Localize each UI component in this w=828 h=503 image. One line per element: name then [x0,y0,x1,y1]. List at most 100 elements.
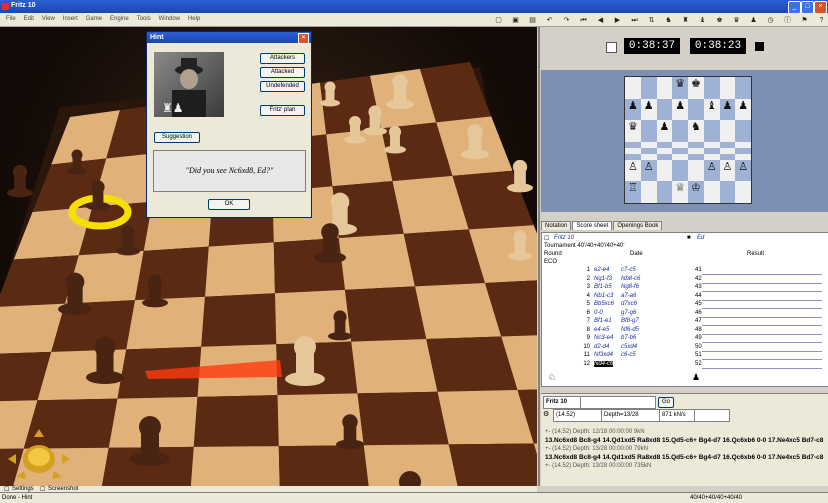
black-move[interactable]: c6-c5 [621,352,636,358]
white-move[interactable]: Bb5xc6 [594,301,614,307]
board-square[interactable] [201,293,277,347]
move-row[interactable]: 4 Nb1-c3 a7-a6 44 [542,293,828,302]
mini-board-square[interactable]: ♕ [672,181,688,203]
move-row[interactable]: 5 Bb5xc6 d7xc6 45 [542,301,828,310]
white-move[interactable]: 0-0 [594,310,603,316]
engine-search-field[interactable] [580,396,656,409]
board-square[interactable] [448,443,537,486]
board-square[interactable] [190,446,280,486]
mini-board-square[interactable]: ♟ [656,120,673,142]
black-move[interactable]: d7xc6 [621,301,637,307]
white-move[interactable]: e2-e4 [594,267,609,273]
mini-board-square[interactable] [703,181,720,203]
mini-board-square[interactable]: ♞ [688,120,704,142]
move-row[interactable]: 6 0-0 g7-g6 46 [542,310,828,319]
clock-icon[interactable]: ◷ [766,14,775,24]
menu-game[interactable]: Game [86,13,102,26]
black-move[interactable]: a7-a6 [621,293,636,299]
black-move[interactable]: Bf8-g7 [621,318,639,324]
mini-board-square[interactable]: ♙ [735,159,751,182]
mini-board-square[interactable] [719,77,736,99]
black-move[interactable]: b7-b6 [621,335,636,341]
mini-board-square[interactable]: ♟ [719,98,736,121]
mini-board-square[interactable] [656,98,673,121]
board-square[interactable] [351,339,438,394]
board-square[interactable] [193,395,279,447]
undefended-button[interactable]: Undefended [260,81,305,92]
black-move[interactable]: c7-c5 [621,267,636,273]
mini-board-square[interactable]: ♙ [719,159,736,182]
mini-board-square[interactable]: ♝ [703,98,720,121]
move-row[interactable]: 3 Bf1-b5 Ng8-f6 43 [542,284,828,293]
menu-file[interactable]: File [6,13,16,26]
fritz-plan-button[interactable]: Fritz' plan [260,105,305,116]
white-move[interactable]: Nf3xd4 [594,352,613,358]
mini-board-square[interactable] [656,181,673,203]
move-row[interactable]: 7 Bf1-e1 Bf8-g7 47 [542,318,828,327]
camera-control[interactable] [4,423,74,481]
tab-notation[interactable]: Notation [541,221,572,230]
move-row[interactable]: 1 e2-e4 c7-c5 41 [542,267,828,276]
camera-dial-icon[interactable] [4,423,74,481]
suggestion-button[interactable]: Suggestion [154,132,200,143]
undo-icon[interactable]: ↶ [545,14,554,24]
board-square[interactable] [278,445,370,486]
menu-view[interactable]: View [42,13,55,26]
white-move[interactable]: Nb1-c3 [594,293,613,299]
menu-engine[interactable]: Engine [110,13,129,26]
menu-insert[interactable]: Insert [63,13,78,26]
pawn-marker-icon[interactable]: ♟ [692,372,700,383]
open-icon[interactable]: ▣ [511,14,520,24]
white-move[interactable]: Ng1-f3 [594,276,612,282]
move-row[interactable]: 2 Ng1-f3 Nb8-c6 42 [542,276,828,285]
back-icon[interactable]: ◀ [596,14,605,24]
mini-board-square[interactable]: ♟ [625,98,641,121]
move-row[interactable]: 9 Nc3-e4 b7-b6 49 [542,335,828,344]
menu-window[interactable]: Window [159,13,180,26]
board-square[interactable] [357,391,449,446]
white-move[interactable]: Nc3-e4 [594,335,613,341]
mini-board-square[interactable] [640,77,657,99]
mini-board-square[interactable] [688,98,704,121]
mini-board-square[interactable]: ♟ [640,98,657,121]
move-row[interactable]: 8 e4-e5 Nf6-d5 48 [542,327,828,336]
mini-board-square[interactable] [719,181,736,203]
board-flip-icon[interactable]: ♘ [548,372,556,383]
new-game-icon[interactable]: ▢ [494,14,503,24]
board-square[interactable] [338,233,415,290]
mini-board-square[interactable]: ♛ [672,77,688,99]
mini-board-square[interactable] [703,120,720,142]
mini-board-square[interactable]: ♟ [672,98,688,121]
engine-settings-icon[interactable]: ⚙ [543,410,549,418]
mini-board-square[interactable] [656,159,673,182]
mini-board-square[interactable] [703,77,720,99]
attackers-button[interactable]: Attackers [260,53,305,64]
white-move[interactable]: Bf1-e1 [594,318,612,324]
last-move-icon[interactable]: ⏭ [630,14,639,24]
tab-score-sheet[interactable]: Score sheet [572,221,613,230]
flip-board-icon[interactable]: ⇅ [647,14,656,24]
info-icon[interactable]: ⓘ [783,14,792,24]
move-row[interactable]: 10 d2-d4 c5xd4 50 [542,344,828,353]
black-move[interactable]: g7-g6 [621,310,636,316]
mini-board-square[interactable] [735,77,751,99]
redo-icon[interactable]: ↷ [562,14,571,24]
mini-board-square[interactable] [719,120,736,142]
flag-icon[interactable]: ⚑ [800,14,809,24]
mini-board-square[interactable] [672,120,688,142]
pawn-icon[interactable]: ♟ [749,14,758,24]
mini-board-square[interactable]: ♖ [625,181,641,203]
white-move[interactable]: Nd4-c6 [594,360,614,367]
mini-board-square[interactable] [735,181,751,203]
mini-board-square[interactable]: ♚ [688,77,704,99]
mini-board-square[interactable] [735,120,751,142]
menu-help[interactable]: Help [188,13,200,26]
mini-board-square[interactable]: ♙ [640,159,657,182]
menu-edit[interactable]: Edit [24,13,34,26]
tab-openings-book[interactable]: Openings Book [613,221,663,230]
save-icon[interactable]: ▤ [528,14,537,24]
board-square[interactable] [437,389,534,445]
go-button[interactable]: Go [658,397,674,408]
mini-board[interactable]: ♛ ♚ ♟ ♟ ♟ ♝ ♟ ♟ ♛ ♟ ♞ ♙ ♙ ♙ ♙ ♙ ♖ ♕ ♔ [624,76,752,204]
white-move[interactable]: Bf1-b5 [594,284,612,290]
